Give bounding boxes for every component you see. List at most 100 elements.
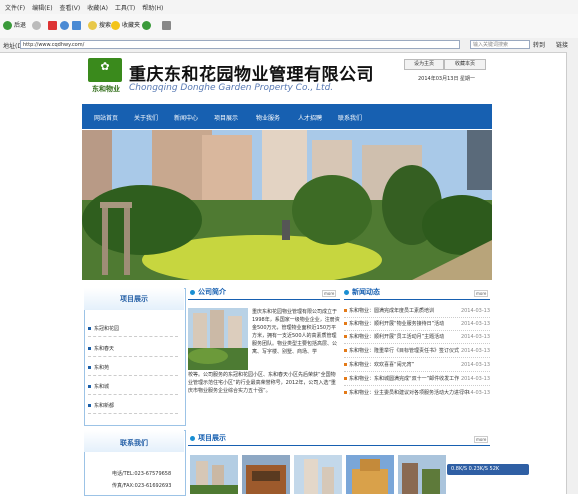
bullet-icon	[344, 335, 347, 338]
project-thumb[interactable]	[294, 455, 342, 494]
divider	[88, 413, 178, 414]
intro-text: 重庆东和花园物业管理有限公司成立于1998年，系国家一级物业企业，注册资金500…	[252, 309, 340, 355]
favorites-label: 收藏夹	[122, 22, 141, 29]
news-item[interactable]: 东和物业：东和城圆满完成“双十一”邮件收发工作 2014-03-13	[344, 374, 490, 385]
nav-recruit[interactable]: 人才招聘	[298, 113, 322, 122]
add-favorite-link[interactable]: 收藏本页	[444, 59, 486, 70]
menu-help[interactable]: 帮助(H)	[142, 3, 163, 12]
news-item-date: 2014-03-13	[460, 334, 490, 340]
hero-banner	[82, 130, 492, 280]
home-button[interactable]	[72, 20, 83, 32]
news-item-title: 东和物业：隆重举行《目标管理责任书》签订仪式	[349, 348, 460, 354]
print-icon	[162, 21, 171, 30]
intro-photo	[188, 308, 248, 370]
bullet-icon	[344, 309, 347, 312]
bullet-icon	[344, 363, 347, 366]
bullet-icon	[344, 377, 347, 380]
nav-home[interactable]: 网站首页	[94, 113, 118, 122]
stop-button[interactable]	[48, 20, 59, 32]
menu-tools[interactable]: 工具(T)	[115, 3, 135, 12]
back-arrow-icon	[3, 21, 12, 30]
menu-favorites[interactable]: 收藏(A)	[87, 3, 108, 12]
news-item-date: 2014-03-13	[460, 390, 490, 396]
bullet-icon	[88, 404, 91, 407]
projects-title: 项目展示	[198, 434, 226, 442]
flower-logo-icon: ✿	[100, 60, 110, 73]
sidebar-item-dongheyuan[interactable]: 东和苑	[88, 364, 109, 371]
history-icon	[142, 21, 151, 30]
news-item[interactable]: 东和物业：欢欢喜喜“闹元宵” 2014-03-13	[344, 360, 490, 371]
intro-text-continued: 校等。公司服务的东冠和花园小区、东和春天小区先后荣获“全国物业管理示范住宅小区”…	[188, 372, 336, 394]
intro-more-link[interactable]: more	[322, 290, 337, 297]
search-button[interactable]: 搜索	[88, 20, 111, 32]
divider	[344, 343, 490, 344]
sidebar-item-xindu[interactable]: 东和新都	[88, 402, 114, 409]
menu-edit[interactable]: 编辑(E)	[32, 3, 52, 12]
news-item[interactable]: 东和物业：圆满完成年度员工素质培训 2014-03-13	[344, 306, 490, 317]
vertical-scrollbar[interactable]	[566, 52, 578, 494]
set-homepage-link[interactable]: 设为主页	[404, 59, 444, 70]
sidebar-item-donghecheng[interactable]: 东和城	[88, 383, 109, 390]
nav-about[interactable]: 关于我们	[134, 113, 158, 122]
history-button[interactable]	[142, 20, 153, 32]
news-item[interactable]: 东和物业：顺利开展“员工活动月”主题活动 2014-03-13	[344, 332, 490, 343]
sidebar-item-dongguanhe[interactable]: 东冠和花园	[88, 325, 119, 332]
sidebar-item-label: 东和城	[94, 384, 110, 390]
current-date: 2014年03月13日 星期一	[418, 76, 476, 82]
news-item-date: 2014-03-13	[460, 376, 490, 382]
contact-fax: 传真/FAX:023-61692693	[112, 483, 172, 489]
news-item[interactable]: 东和物业：业主委员和建议对各项服务活动大力进行中 2014-03-13	[344, 388, 490, 399]
divider	[344, 385, 490, 386]
sidebar-item-label: 东和春天	[94, 346, 115, 352]
browser-search-input[interactable]: 输入关键词搜索	[470, 40, 530, 49]
menu-file[interactable]: 文件(F)	[5, 3, 25, 12]
sidebar-item-label: 东冠和花园	[94, 326, 120, 332]
back-button[interactable]: 后退	[3, 20, 26, 32]
company-name-cn: 重庆东和花园物业管理有限公司	[129, 65, 374, 85]
company-name-en: Chongqing Donghe Garden Property Co., Lt…	[129, 83, 334, 93]
bullet-icon	[344, 349, 347, 352]
garden-photo	[82, 130, 492, 280]
divider	[88, 394, 178, 395]
refresh-button[interactable]	[60, 20, 71, 32]
bullet-icon	[88, 366, 91, 369]
project-thumb[interactable]	[242, 455, 290, 494]
project-thumb[interactable]	[346, 455, 394, 494]
nav-news[interactable]: 新闻中心	[174, 113, 198, 122]
news-item-date: 2014-03-13	[460, 362, 490, 368]
divider	[344, 357, 490, 358]
print-button[interactable]	[162, 20, 173, 32]
news-item-title: 东和物业：顺利开展“员工活动月”主题活动	[349, 334, 445, 340]
news-more-link[interactable]: more	[474, 290, 489, 297]
forward-button[interactable]	[32, 20, 43, 32]
favorites-button[interactable]: 收藏夹	[111, 20, 140, 32]
bullet-icon	[344, 391, 347, 394]
divider	[88, 356, 178, 357]
bullet-icon	[344, 322, 347, 325]
intro-title: 公司简介	[198, 288, 226, 296]
divider	[344, 330, 490, 331]
news-item[interactable]: 东和物业：隆重举行《目标管理责任书》签订仪式 2014-03-13	[344, 346, 490, 357]
network-status-widget[interactable]: 0.8K/S 0.23K/S 52K	[447, 464, 529, 475]
menu-view[interactable]: 查看(V)	[59, 3, 80, 12]
projects-more-link[interactable]: more	[474, 436, 489, 443]
bullet-icon	[88, 347, 91, 350]
project-thumb[interactable]	[190, 455, 238, 494]
nav-contact[interactable]: 联系我们	[338, 113, 362, 122]
search-label: 搜索	[99, 22, 112, 29]
news-item[interactable]: 东和物业：顺利开展“物业服务接待日”活动 2014-03-13	[344, 319, 490, 330]
back-label: 后退	[14, 22, 27, 29]
projects-header	[188, 433, 490, 446]
browser-toolbar: 后退 搜索 收藏夹	[0, 14, 578, 39]
nav-services[interactable]: 物业服务	[256, 113, 280, 122]
divider	[344, 371, 490, 372]
news-title: 新闻动态	[352, 288, 380, 296]
sidebar-item-chuntian[interactable]: 东和春天	[88, 345, 114, 352]
links-button[interactable]: 链接	[556, 40, 568, 49]
nav-projects[interactable]: 项目展示	[214, 113, 238, 122]
project-thumb[interactable]	[398, 455, 446, 494]
address-input[interactable]: http://www.cqdhwy.com/	[20, 40, 460, 49]
star-icon	[111, 21, 120, 30]
project-photo	[346, 455, 394, 494]
go-button[interactable]: 转到	[533, 40, 545, 49]
